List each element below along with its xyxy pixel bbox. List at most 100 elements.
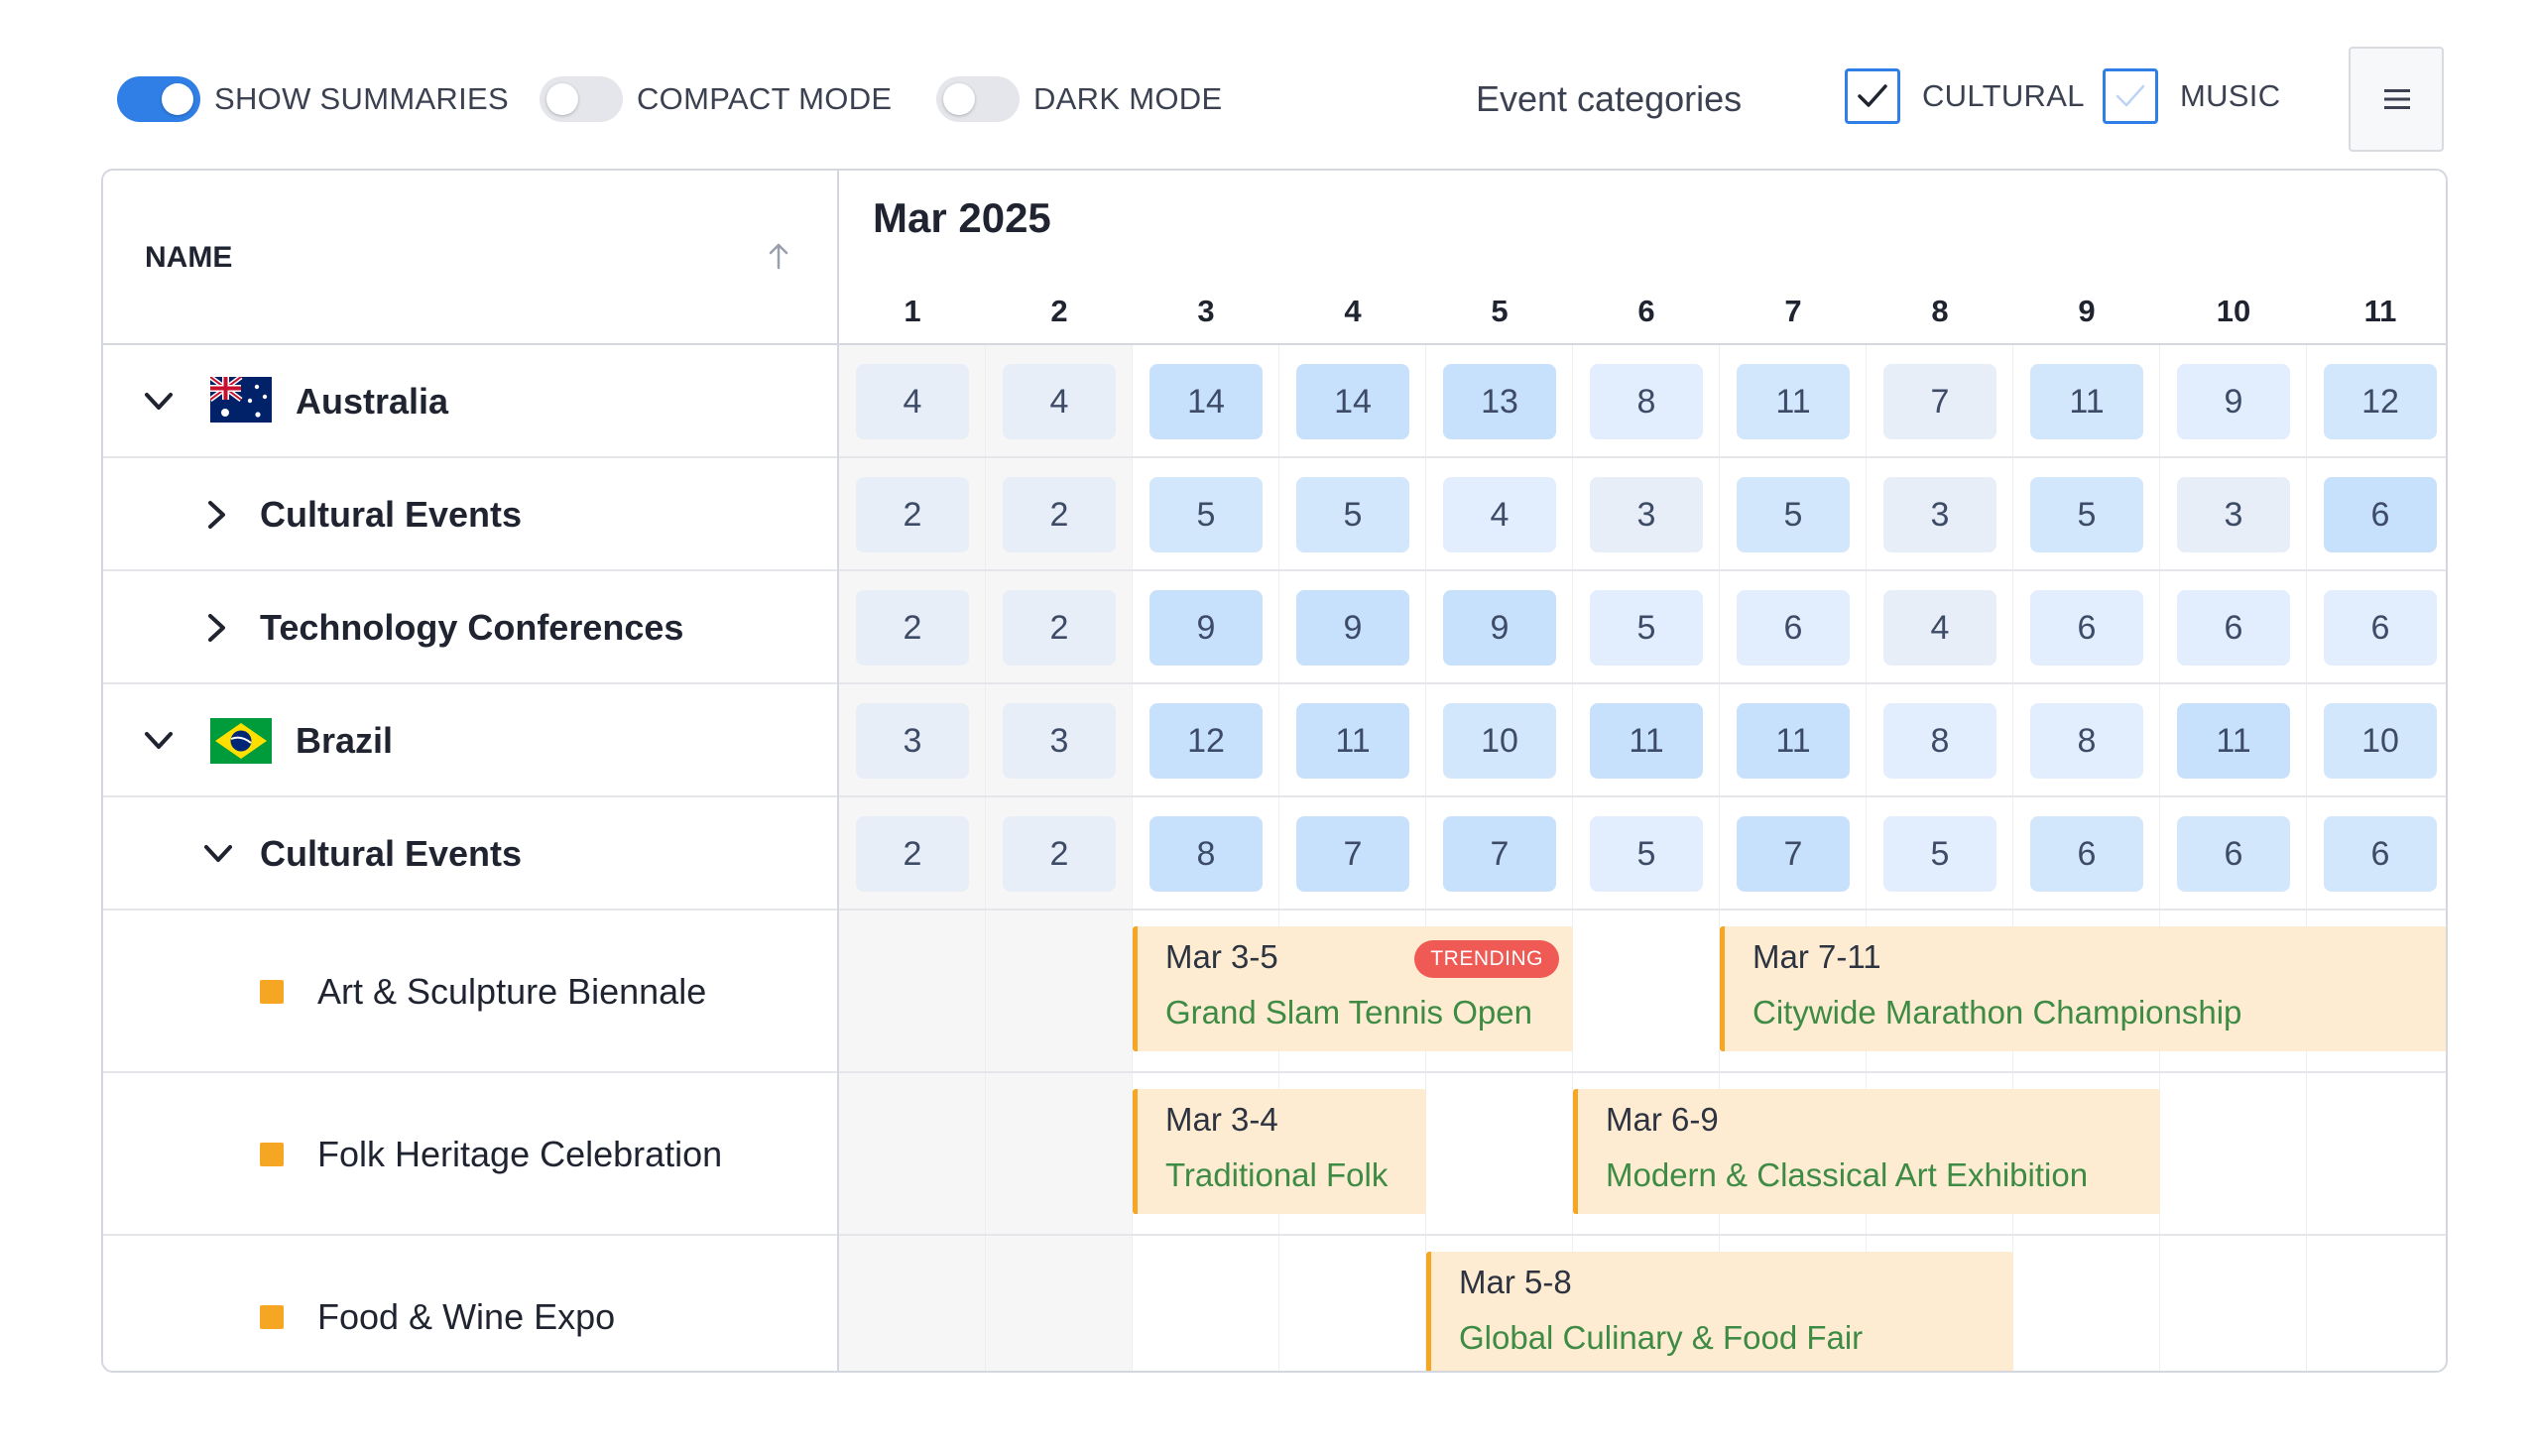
summary-count-cell[interactable]: 7	[1296, 816, 1409, 892]
event-bar[interactable]: Mar 3-5 Grand Slam Tennis Open TRENDING	[1133, 926, 1573, 1051]
summary-count-cell[interactable]: 4	[1883, 590, 1996, 666]
summary-count-cell[interactable]: 11	[1590, 703, 1703, 779]
tree-row-australia-technology-conferences[interactable]: Technology Conferences	[103, 571, 837, 684]
toggle-switch[interactable]	[540, 76, 623, 122]
chevron-down-icon[interactable]	[143, 391, 175, 413]
checkbox-label: CULTURAL	[1922, 78, 2085, 113]
event-title: Modern & Classical Art Exhibition	[1606, 1156, 2089, 1193]
summary-count-cell[interactable]: 8	[1883, 703, 1996, 779]
summary-count-cell[interactable]: 7	[1443, 816, 1556, 892]
toggle-switch[interactable]	[936, 76, 1020, 122]
event-categories-title: Event categories	[1476, 78, 1743, 119]
event-dates: Mar 6-9	[1606, 1101, 1719, 1138]
compact-mode-toggle[interactable]: COMPACT MODE	[540, 75, 892, 123]
summary-count-cell[interactable]: 6	[2324, 477, 2437, 552]
event-bar[interactable]: Mar 6-9 Modern & Classical Art Exhibition	[1573, 1089, 2160, 1214]
summary-count-cell[interactable]: 6	[2324, 816, 2437, 892]
summary-count-cell[interactable]: 4	[856, 364, 969, 439]
summary-count-cell[interactable]: 5	[2030, 477, 2143, 552]
summary-count-cell[interactable]: 9	[1149, 590, 1263, 666]
summary-count-cell[interactable]: 11	[1296, 703, 1409, 779]
summary-count-cell[interactable]: 5	[1590, 590, 1703, 666]
chevron-down-icon[interactable]	[143, 730, 175, 752]
summary-count-cell[interactable]: 9	[2177, 364, 2290, 439]
event-bar[interactable]: Mar 5-8 Global Culinary & Food Fair	[1426, 1252, 2013, 1371]
summary-count-cell[interactable]: 10	[1443, 703, 1556, 779]
summary-count-cell[interactable]: 11	[1737, 703, 1850, 779]
tree-row-label: Food & Wine Expo	[317, 1296, 616, 1337]
summary-count-cell[interactable]: 10	[2324, 703, 2437, 779]
summary-count-cell[interactable]: 12	[2324, 364, 2437, 439]
summary-count-cell[interactable]: 7	[1737, 816, 1850, 892]
category-color-icon	[260, 1143, 284, 1166]
dark-mode-toggle[interactable]: DARK MODE	[936, 75, 1222, 123]
chevron-down-icon[interactable]	[202, 843, 234, 865]
summary-count-cell[interactable]: 14	[1149, 364, 1263, 439]
summary-count-cell[interactable]: 5	[1149, 477, 1263, 552]
summary-count-cell[interactable]: 5	[1737, 477, 1850, 552]
brazil-flag-icon	[210, 718, 272, 764]
tree-row-brazil[interactable]: Brazil	[103, 684, 837, 797]
name-column-header[interactable]: NAME	[103, 171, 837, 345]
summary-count-cell[interactable]: 2	[856, 816, 969, 892]
summary-count-cell[interactable]: 4	[1443, 477, 1556, 552]
event-bar[interactable]: Mar 3-4 Traditional Folk	[1133, 1089, 1426, 1214]
menu-button[interactable]	[2349, 47, 2444, 152]
summary-count-cell[interactable]: 6	[2324, 590, 2437, 666]
summary-count-cell[interactable]: 3	[1590, 477, 1703, 552]
summary-count-cell[interactable]: 3	[1003, 703, 1116, 779]
tree-row-art-sculpture-biennale[interactable]: Art & Sculpture Biennale	[103, 910, 837, 1073]
summary-count-cell[interactable]: 4	[1003, 364, 1116, 439]
summary-count-cell[interactable]: 9	[1443, 590, 1556, 666]
toggle-switch[interactable]	[117, 76, 200, 122]
summary-count-cell[interactable]: 5	[1296, 477, 1409, 552]
summary-count-cell[interactable]: 13	[1443, 364, 1556, 439]
show-summaries-toggle[interactable]: SHOW SUMMARIES	[117, 75, 509, 123]
event-title: Grand Slam Tennis Open	[1165, 994, 1532, 1031]
check-icon	[1858, 84, 1887, 107]
summary-count-cell[interactable]: 14	[1296, 364, 1409, 439]
tree-row-brazil-cultural-events[interactable]: Cultural Events	[103, 797, 837, 910]
summary-count-cell[interactable]: 8	[1590, 364, 1703, 439]
summary-count-cell[interactable]: 11	[1737, 364, 1850, 439]
summary-count-cell[interactable]: 6	[1737, 590, 1850, 666]
summary-count-cell[interactable]: 2	[1003, 816, 1116, 892]
cultural-checkbox[interactable]: CULTURAL	[1845, 68, 2085, 124]
summary-count-cell[interactable]: 7	[1883, 364, 1996, 439]
checkbox-unchecked[interactable]	[2103, 68, 2158, 124]
event-bar[interactable]: Mar 7-11 Citywide Marathon Championship	[1720, 926, 2446, 1051]
arrow-up-icon[interactable]	[768, 242, 789, 270]
summary-count-cell[interactable]: 6	[2030, 816, 2143, 892]
summary-count-cell[interactable]: 6	[2177, 816, 2290, 892]
summary-count-cell[interactable]: 3	[1883, 477, 1996, 552]
tree-row-food-wine-expo[interactable]: Food & Wine Expo	[103, 1236, 837, 1371]
day-header-11: 11	[2363, 294, 2397, 328]
summary-count-cell[interactable]: 11	[2030, 364, 2143, 439]
tree-row-australia-cultural-events[interactable]: Cultural Events	[103, 458, 837, 571]
summary-count-cell[interactable]: 11	[2177, 703, 2290, 779]
chevron-right-icon[interactable]	[206, 612, 228, 644]
summary-count-cell[interactable]: 6	[2177, 590, 2290, 666]
checkbox-label: MUSIC	[2180, 78, 2281, 113]
summary-count-cell[interactable]: 6	[2030, 590, 2143, 666]
tree-row-australia[interactable]: Australia	[103, 345, 837, 458]
music-checkbox[interactable]: MUSIC	[2103, 68, 2280, 124]
summary-count-cell[interactable]: 5	[1883, 816, 1996, 892]
summary-count-cell[interactable]: 2	[1003, 477, 1116, 552]
summary-count-cell[interactable]: 8	[1149, 816, 1263, 892]
hamburger-icon	[2384, 89, 2410, 109]
summary-count-cell[interactable]: 5	[1590, 816, 1703, 892]
summary-count-cell[interactable]: 9	[1296, 590, 1409, 666]
event-dates: Mar 3-4	[1165, 1101, 1278, 1138]
tree-row-folk-heritage-celebration[interactable]: Folk Heritage Celebration	[103, 1073, 837, 1236]
summary-count-cell[interactable]: 12	[1149, 703, 1263, 779]
summary-count-cell[interactable]: 8	[2030, 703, 2143, 779]
chevron-right-icon[interactable]	[206, 499, 228, 531]
summary-count-cell[interactable]: 2	[1003, 590, 1116, 666]
checkbox-checked[interactable]	[1845, 68, 1900, 124]
summary-count-cell[interactable]: 2	[856, 477, 969, 552]
day-header-10: 10	[2216, 294, 2251, 328]
summary-count-cell[interactable]: 3	[2177, 477, 2290, 552]
summary-count-cell[interactable]: 2	[856, 590, 969, 666]
summary-count-cell[interactable]: 3	[856, 703, 969, 779]
